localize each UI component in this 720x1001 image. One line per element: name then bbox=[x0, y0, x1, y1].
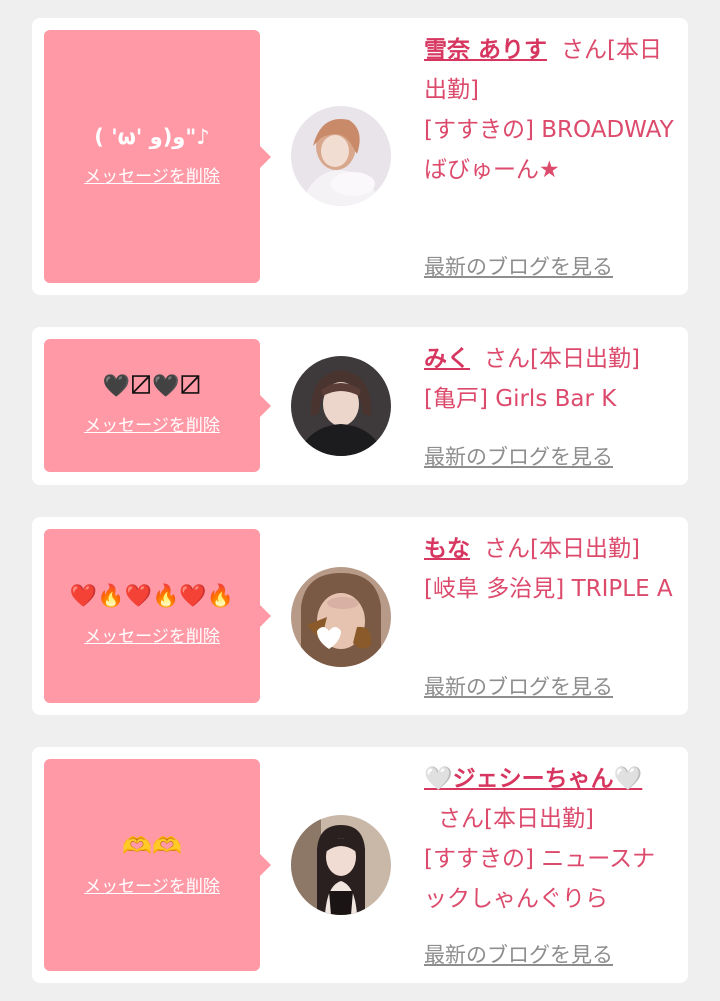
status-text: さん[本日出勤] bbox=[484, 536, 640, 562]
message-card: 🫶🫶 メッセージを削除 🤍ジェシーちゃん🤍 さん[本日出勤] [すすきの] ニュー… bbox=[32, 747, 688, 983]
avatar[interactable] bbox=[291, 106, 391, 206]
message-text: 🫶🫶 bbox=[122, 832, 182, 861]
latest-blog-link[interactable]: 最新のブログを見る bbox=[424, 671, 613, 701]
girl-name-link[interactable]: 雪奈 ありす bbox=[424, 37, 547, 63]
delete-message-link[interactable]: メッセージを削除 bbox=[84, 411, 220, 436]
message-text: 🖤〼🖤〼 bbox=[102, 373, 202, 399]
message-bubble: 🫶🫶 メッセージを削除 bbox=[44, 759, 271, 971]
delete-message-link[interactable]: メッセージを削除 bbox=[84, 872, 220, 897]
latest-blog-link[interactable]: 最新のブログを見る bbox=[424, 251, 613, 281]
status-text: さん[本日出勤] bbox=[484, 346, 640, 372]
message-card: 🖤〼🖤〼 メッセージを削除 みく さん[本日出勤] [亀戸] Girls Bar … bbox=[32, 327, 688, 485]
avatar[interactable] bbox=[291, 815, 391, 915]
girl-name-link[interactable]: もな bbox=[424, 536, 470, 562]
girl-info: みく さん[本日出勤] [亀戸] Girls Bar K bbox=[424, 339, 676, 419]
girl-name-link[interactable]: みく bbox=[424, 346, 470, 372]
message-bubble: ❤️🔥❤️🔥❤️🔥 メッセージを削除 bbox=[44, 529, 271, 703]
message-bubble: 🖤〼🖤〼 メッセージを削除 bbox=[44, 339, 271, 472]
shop-text: [すすきの] ニュースナックしゃんぐりら bbox=[424, 846, 656, 912]
message-card: ❤️🔥❤️🔥❤️🔥 メッセージを削除 もな さん[本日出勤] [岐阜 多治見] T… bbox=[32, 517, 688, 715]
status-text: さん[本日出勤] bbox=[438, 806, 594, 832]
shop-text: [岐阜 多治見] TRIPLE A bbox=[424, 576, 673, 602]
message-text: ( 'ω' و)و"♪ bbox=[94, 125, 210, 150]
message-card: ( 'ω' و)و"♪ メッセージを削除 雪奈 ありす さん[本日出勤] [すすき… bbox=[32, 18, 688, 295]
latest-blog-link[interactable]: 最新のブログを見る bbox=[424, 939, 613, 969]
girl-info: 雪奈 ありす さん[本日出勤] [すすきの] BROADWAYばびゅーん★ bbox=[424, 30, 676, 190]
message-text: ❤️🔥❤️🔥❤️🔥 bbox=[69, 584, 235, 610]
latest-blog-link[interactable]: 最新のブログを見る bbox=[424, 441, 613, 471]
delete-message-link[interactable]: メッセージを削除 bbox=[84, 622, 220, 647]
message-bubble: ( 'ω' و)و"♪ メッセージを削除 bbox=[44, 30, 271, 283]
girl-name-link[interactable]: 🤍ジェシーちゃん🤍 bbox=[424, 766, 642, 792]
avatar[interactable] bbox=[291, 356, 391, 456]
girl-info: もな さん[本日出勤] [岐阜 多治見] TRIPLE A bbox=[424, 529, 676, 609]
delete-message-link[interactable]: メッセージを削除 bbox=[84, 162, 220, 187]
avatar[interactable] bbox=[291, 567, 391, 667]
girl-info: 🤍ジェシーちゃん🤍 さん[本日出勤] [すすきの] ニュースナックしゃんぐりら bbox=[424, 759, 676, 919]
shop-text: [亀戸] Girls Bar K bbox=[424, 386, 617, 412]
shop-text: [すすきの] BROADWAYばびゅーん★ bbox=[424, 117, 674, 183]
